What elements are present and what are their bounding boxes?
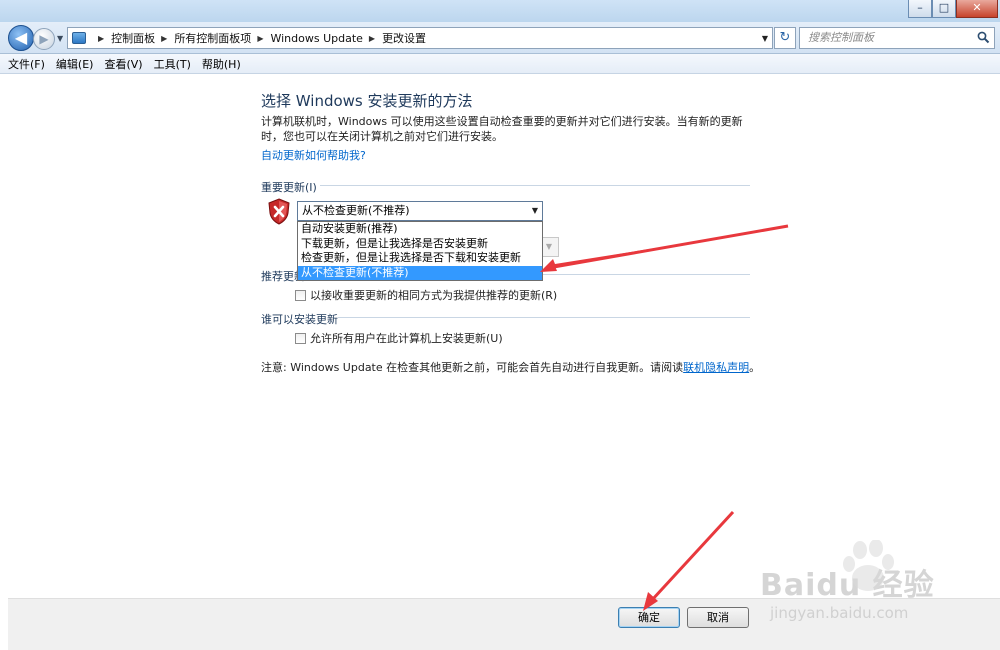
divider — [543, 274, 750, 275]
navigation-bar: ◀ ▶ ▼ ▶ 控制面板 ▶ 所有控制面板项 ▶ Windows Update … — [0, 22, 1000, 54]
menu-help[interactable]: 帮助(H) — [202, 56, 241, 72]
breadcrumb-item[interactable]: 控制面板 — [111, 30, 155, 46]
note-suffix: 。 — [749, 361, 761, 374]
minimize-button[interactable]: – — [908, 0, 932, 18]
dropdown-option[interactable]: 下载更新，但是让我选择是否安装更新 — [298, 237, 542, 252]
chevron-right-icon: ▶ — [98, 33, 105, 43]
privacy-link[interactable]: 联机隐私声明 — [683, 361, 749, 374]
search-placeholder: 搜索控制面板 — [808, 31, 874, 44]
chevron-right-icon[interactable]: ▶ — [161, 34, 167, 43]
search-icon[interactable] — [977, 31, 990, 44]
close-button[interactable]: ✕ — [956, 0, 998, 18]
dropdown-list: 自动安装更新(推荐) 下载更新，但是让我选择是否安装更新 检查更新，但是让我选择… — [297, 221, 543, 281]
content-pane — [8, 75, 1000, 598]
divider — [320, 185, 750, 186]
control-panel-icon — [72, 32, 86, 44]
divider — [338, 317, 750, 318]
intro-text: 计算机联机时，Windows 可以使用这些设置自动检查重要的更新并对它们进行安装… — [261, 115, 743, 143]
recommended-checkbox[interactable] — [295, 289, 306, 301]
address-bar[interactable]: ▶ 控制面板 ▶ 所有控制面板项 ▶ Windows Update ▶ 更改设置… — [67, 27, 773, 49]
history-dropdown-icon[interactable]: ▼ — [57, 34, 63, 43]
note-text: 注意: Windows Update 在检查其他更新之前，可能会首先自动进行自我… — [261, 361, 684, 374]
important-updates-label: 重要更新(I) — [261, 181, 317, 194]
refresh-icon[interactable]: ↻ — [774, 27, 796, 49]
dropdown-option-selected[interactable]: 从不检查更新(不推荐) — [298, 265, 542, 280]
recommended-checkbox-row[interactable]: 以接收重要更新的相同方式为我提供推荐的更新(R) — [295, 287, 557, 303]
page-title: 选择 Windows 安装更新的方法 — [261, 92, 473, 110]
dropdown-option[interactable]: 检查更新，但是让我选择是否下载和安装更新 — [298, 251, 542, 266]
search-input[interactable]: 搜索控制面板 — [799, 27, 995, 49]
recommended-checkbox-label[interactable]: 以接收重要更新的相同方式为我提供推荐的更新(R) — [310, 287, 557, 303]
all-users-checkbox-label[interactable]: 允许所有用户在此计算机上安装更新(U) — [310, 330, 503, 346]
help-link[interactable]: 自动更新如何帮助我? — [261, 147, 366, 163]
menu-tools[interactable]: 工具(T) — [154, 56, 191, 72]
menu-bar: 文件(F) 编辑(E) 查看(V) 工具(T) 帮助(H) — [0, 54, 1000, 74]
privacy-note: 注意: Windows Update 在检查其他更新之前，可能会首先自动进行自我… — [261, 359, 760, 375]
chevron-right-icon[interactable]: ▶ — [257, 34, 263, 43]
important-updates-select[interactable]: 从不检查更新(不推荐) ▼ — [297, 201, 543, 221]
select-value: 从不检查更新(不推荐) — [302, 204, 410, 217]
dropdown-option[interactable]: 自动安装更新(推荐) — [298, 222, 542, 237]
baidu-paw-logo — [843, 540, 894, 591]
back-button[interactable]: ◀ — [8, 25, 34, 51]
ok-button[interactable]: 确定 — [618, 607, 680, 628]
menu-view[interactable]: 查看(V) — [104, 56, 142, 72]
shield-error-icon — [268, 198, 290, 225]
all-users-checkbox[interactable] — [295, 332, 306, 344]
cancel-button[interactable]: 取消 — [687, 607, 749, 628]
all-users-checkbox-row[interactable]: 允许所有用户在此计算机上安装更新(U) — [295, 330, 503, 346]
breadcrumb-item[interactable]: Windows Update — [270, 32, 362, 45]
who-can-install-label: 谁可以安装更新 — [261, 313, 338, 326]
chevron-down-icon: ▼ — [541, 239, 556, 255]
breadcrumb: ▶ 控制面板 ▶ 所有控制面板项 ▶ Windows Update ▶ 更改设置 — [92, 30, 426, 46]
window-controls: – □ ✕ — [908, 0, 998, 18]
address-dropdown-icon[interactable]: ▼ — [762, 34, 768, 43]
breadcrumb-item[interactable]: 所有控制面板项 — [174, 30, 251, 46]
chevron-down-icon[interactable]: ▼ — [532, 202, 538, 220]
menu-edit[interactable]: 编辑(E) — [56, 56, 94, 72]
title-bar: – □ ✕ — [0, 0, 1000, 22]
forward-button[interactable]: ▶ — [33, 28, 55, 50]
menu-file[interactable]: 文件(F) — [8, 56, 45, 72]
breadcrumb-item[interactable]: 更改设置 — [382, 30, 426, 46]
maximize-button[interactable]: □ — [932, 0, 956, 18]
chevron-right-icon[interactable]: ▶ — [369, 34, 375, 43]
